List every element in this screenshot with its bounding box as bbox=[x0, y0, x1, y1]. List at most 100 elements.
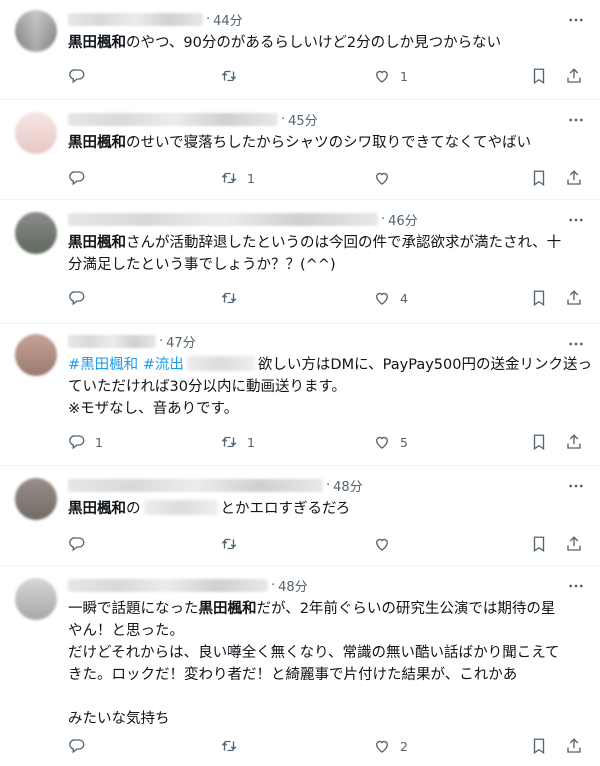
like-button[interactable] bbox=[373, 169, 400, 187]
text-line: 一瞬で話題になった黒田楓和だが、2年前ぐらいの研究生公演では期待の星 bbox=[68, 598, 584, 620]
like-icon bbox=[376, 436, 388, 449]
text-line: みたいな気持ち bbox=[68, 708, 584, 730]
text-segment: みたいな気持ち bbox=[68, 711, 170, 727]
tweet-text: 黒田楓和の とかエロすぎるだろ bbox=[68, 498, 584, 520]
user-name[interactable] bbox=[68, 12, 203, 26]
hashtag-link[interactable]: #流出 bbox=[143, 357, 184, 373]
tweet-header: · 47分 bbox=[68, 332, 196, 351]
tweet[interactable]: · 44分 黒田楓和のやつ、90分のがあるらしいけど2分のしか見つからない 1 bbox=[0, 0, 600, 100]
bookmark-button[interactable] bbox=[530, 169, 548, 187]
bookmark-button[interactable] bbox=[530, 535, 548, 553]
like-button[interactable]: 5 bbox=[373, 433, 408, 451]
highlighted-keyword: 黒田楓和 bbox=[68, 501, 126, 517]
like-button[interactable] bbox=[373, 535, 400, 553]
share-icon bbox=[567, 290, 581, 305]
tweet-header: · 44分 bbox=[68, 10, 243, 29]
bookmark-button[interactable] bbox=[530, 289, 548, 307]
tweet[interactable]: · 45分 黒田楓和のせいで寝落ちしたからシャツのシワ取りできてなくてやばい 1 bbox=[0, 100, 600, 200]
bookmark-button[interactable] bbox=[530, 433, 548, 451]
like-button[interactable]: 2 bbox=[373, 737, 408, 755]
retweet-button[interactable] bbox=[220, 289, 247, 307]
tweet-time[interactable]: 44分 bbox=[213, 10, 243, 29]
retweet-count: 1 bbox=[247, 434, 255, 450]
text-line: 黒田楓和さんが活動辞退したというのは今回の件で承認欲求が満たされ、十 bbox=[68, 232, 584, 254]
more-icon[interactable] bbox=[566, 576, 586, 596]
share-button[interactable] bbox=[565, 433, 583, 451]
more-icon[interactable] bbox=[566, 334, 586, 354]
tweet-actions: 1 1 5 bbox=[68, 432, 590, 452]
bookmark-icon bbox=[533, 170, 545, 187]
retweet-button[interactable]: 1 bbox=[220, 433, 255, 451]
retweet-button[interactable] bbox=[220, 737, 247, 755]
tweet-text: 一瞬で話題になった黒田楓和だが、2年前ぐらいの研究生公演では期待の星やん！と思っ… bbox=[68, 598, 584, 730]
hashtag-link[interactable]: #黒田楓和 bbox=[68, 357, 138, 373]
share-button[interactable] bbox=[565, 169, 583, 187]
separator-dot: · bbox=[381, 211, 386, 227]
more-icon[interactable] bbox=[566, 476, 586, 496]
reply-button[interactable] bbox=[68, 169, 95, 187]
reply-icon bbox=[69, 171, 85, 186]
tweet-time[interactable]: 46分 bbox=[388, 210, 418, 229]
tweet[interactable]: · 46分 黒田楓和さんが活動辞退したというのは今回の件で承認欲求が満たされ、十… bbox=[0, 200, 600, 324]
text-line: 黒田楓和の とかエロすぎるだろ bbox=[68, 498, 584, 520]
tweet-time[interactable]: 48分 bbox=[278, 576, 308, 595]
tweet-time[interactable]: 47分 bbox=[166, 332, 196, 351]
text-line: きた。ロックだ！変わり者だ！と綺麗事で片付けた結果が、これかあ bbox=[68, 664, 584, 686]
like-icon bbox=[376, 172, 388, 185]
bookmark-icon bbox=[533, 536, 545, 553]
share-button[interactable] bbox=[565, 289, 583, 307]
share-icon bbox=[567, 68, 581, 83]
share-icon bbox=[567, 738, 581, 753]
text-line: 分満足したという事でしょうか？？(^^) bbox=[68, 254, 584, 276]
tweet-header: · 46分 bbox=[68, 210, 418, 229]
more-icon[interactable] bbox=[566, 210, 586, 230]
avatar[interactable] bbox=[15, 578, 57, 620]
tweet-text: 黒田楓和のやつ、90分のがあるらしいけど2分のしか見つからない bbox=[68, 32, 584, 54]
avatar[interactable] bbox=[15, 334, 57, 376]
text-line: だけどそれからは、良い噂全く無くなり、常識の無い酷い話ばかり聞こえて bbox=[68, 642, 584, 664]
like-count: 4 bbox=[400, 290, 408, 306]
tweet[interactable]: · 48分 一瞬で話題になった黒田楓和だが、2年前ぐらいの研究生公演では期待の星… bbox=[0, 566, 600, 766]
avatar[interactable] bbox=[15, 10, 57, 52]
tweet-time[interactable]: 45分 bbox=[288, 110, 318, 129]
user-name[interactable] bbox=[68, 112, 278, 126]
more-icon[interactable] bbox=[566, 10, 586, 30]
user-name[interactable] bbox=[68, 212, 378, 226]
like-button[interactable]: 4 bbox=[373, 289, 408, 307]
text-line bbox=[68, 686, 584, 708]
retweet-button[interactable]: 1 bbox=[220, 169, 255, 187]
highlighted-keyword: 黒田楓和 bbox=[68, 135, 126, 151]
reply-button[interactable]: 1 bbox=[68, 433, 103, 451]
reply-button[interactable] bbox=[68, 535, 95, 553]
tweet-header: · 45分 bbox=[68, 110, 318, 129]
like-button[interactable]: 1 bbox=[373, 67, 408, 85]
avatar[interactable] bbox=[15, 478, 57, 520]
reply-button[interactable] bbox=[68, 289, 95, 307]
text-segment: さんが活動辞退したというのは今回の件で承認欲求が満たされ、十 bbox=[126, 235, 562, 251]
reply-count: 1 bbox=[95, 434, 103, 450]
tweet-time[interactable]: 48分 bbox=[333, 476, 363, 495]
avatar[interactable] bbox=[15, 212, 57, 254]
tweet[interactable]: · 48分 黒田楓和の とかエロすぎるだろ bbox=[0, 466, 600, 566]
retweet-button[interactable] bbox=[220, 67, 247, 85]
bookmark-button[interactable] bbox=[530, 67, 548, 85]
share-button[interactable] bbox=[565, 737, 583, 755]
text-line: #黒田楓和 #流出 欲しい方はDMに、PayPay500円の送金リンク送っ bbox=[68, 354, 592, 376]
user-name[interactable] bbox=[68, 334, 156, 348]
tweet[interactable]: · 47分 #黒田楓和 #流出 欲しい方はDMに、PayPay500円の送金リンク… bbox=[0, 324, 600, 466]
highlighted-keyword: 黒田楓和 bbox=[198, 601, 257, 617]
share-button[interactable] bbox=[565, 535, 583, 553]
bookmark-button[interactable] bbox=[530, 737, 548, 755]
retweet-button[interactable] bbox=[220, 535, 247, 553]
reply-button[interactable] bbox=[68, 737, 95, 755]
like-icon bbox=[376, 538, 388, 551]
reply-button[interactable] bbox=[68, 67, 95, 85]
like-icon bbox=[376, 292, 388, 305]
text-segment: やん！と思った。 bbox=[68, 623, 184, 639]
text-segment: 欲しい方はDMに、PayPay500円の送金リンク送っ bbox=[257, 357, 592, 373]
share-button[interactable] bbox=[565, 67, 583, 85]
avatar[interactable] bbox=[15, 112, 57, 154]
user-name[interactable] bbox=[68, 478, 323, 492]
more-icon[interactable] bbox=[566, 110, 586, 130]
user-name[interactable] bbox=[68, 578, 268, 592]
